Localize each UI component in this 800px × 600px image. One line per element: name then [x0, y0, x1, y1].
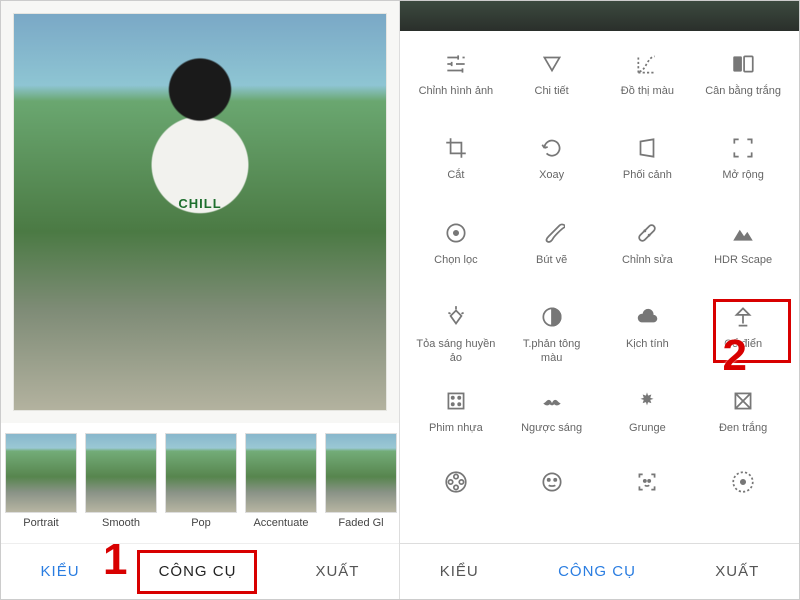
- right-pane: Chỉnh hình ảnh Chi tiết Đồ thị màu Cân b…: [400, 1, 799, 599]
- filmstrip-icon: [441, 386, 471, 416]
- filter-portrait[interactable]: Portrait: [5, 433, 77, 543]
- splat-icon: [632, 386, 662, 416]
- triangle-down-icon: [537, 49, 567, 79]
- scanface-icon: [632, 467, 662, 497]
- photo-peek: [400, 1, 799, 31]
- tool-dots[interactable]: [695, 461, 791, 543]
- filter-thumb: [5, 433, 77, 513]
- filter-thumb: [325, 433, 397, 513]
- tool-do-thi-mau[interactable]: Đồ thị màu: [600, 39, 696, 121]
- tool-label: Tỏa sáng huyền ảo: [416, 338, 496, 366]
- tool-scanface[interactable]: [600, 461, 696, 543]
- curve-icon: [632, 49, 662, 79]
- filter-label: Pop: [165, 517, 237, 529]
- tool-face[interactable]: [504, 461, 600, 543]
- tool-mo-rong[interactable]: Mở rộng: [695, 123, 791, 205]
- filter-thumb: [165, 433, 237, 513]
- tab-congcu[interactable]: CÔNG CỤ: [145, 555, 251, 588]
- filter-label: Accentuate: [245, 517, 317, 529]
- tool-xoay[interactable]: Xoay: [504, 123, 600, 205]
- bw-icon: [728, 386, 758, 416]
- mountain-icon: [728, 218, 758, 248]
- tool-toa-sang[interactable]: Tỏa sáng huyền ảo: [408, 292, 504, 374]
- cloud-icon: [632, 302, 662, 332]
- tool-label: Chi tiết: [535, 85, 569, 99]
- tool-label: Cổ điển: [724, 338, 762, 352]
- app-split-view: Portrait Smooth Pop Accentuate Faded Gl …: [1, 1, 799, 599]
- tool-nguoc-sang[interactable]: Ngược sáng: [504, 376, 600, 458]
- filter-strip: Portrait Smooth Pop Accentuate Faded Gl: [1, 423, 399, 543]
- crop-icon: [441, 133, 471, 163]
- tool-label: Chọn lọc: [434, 254, 477, 268]
- tool-label: Chỉnh hình ảnh: [419, 85, 494, 99]
- tool-label: Bút vẽ: [536, 254, 567, 268]
- tool-label: T.phản tông màu: [512, 338, 592, 366]
- tab-xuat[interactable]: XUẤT: [301, 555, 373, 588]
- tab-xuat[interactable]: XUẤT: [701, 555, 773, 588]
- dots-circle-icon: [728, 467, 758, 497]
- tab-congcu[interactable]: CÔNG CỤ: [544, 555, 650, 588]
- tool-phim-nhua[interactable]: Phim nhựa: [408, 376, 504, 458]
- tool-chi-tiet[interactable]: Chi tiết: [504, 39, 600, 121]
- contrast-icon: [537, 302, 567, 332]
- tool-but-ve[interactable]: Bút vẽ: [504, 208, 600, 290]
- tool-grid: Chỉnh hình ảnh Chi tiết Đồ thị màu Cân b…: [400, 31, 799, 543]
- diamond-rays-icon: [441, 302, 471, 332]
- tool-label: Mở rộng: [722, 169, 763, 183]
- tool-cat[interactable]: Cắt: [408, 123, 504, 205]
- face-icon: [537, 467, 567, 497]
- tool-label: Chỉnh sửa: [622, 254, 673, 268]
- tool-chinh-sua[interactable]: Chỉnh sửa: [600, 208, 696, 290]
- tool-grunge[interactable]: Grunge: [600, 376, 696, 458]
- perspective-icon: [632, 133, 662, 163]
- tool-label: Đen trắng: [719, 422, 767, 436]
- filter-pop[interactable]: Pop: [165, 433, 237, 543]
- filter-label: Smooth: [85, 517, 157, 529]
- brush-icon: [537, 218, 567, 248]
- tool-label: Cân bằng trắng: [705, 85, 781, 99]
- tool-phoi-canh[interactable]: Phối cảnh: [600, 123, 696, 205]
- filter-thumb: [85, 433, 157, 513]
- tool-hdr-scape[interactable]: HDR Scape: [695, 208, 791, 290]
- tool-label: Xoay: [539, 169, 564, 183]
- tune-icon: [441, 49, 471, 79]
- bandage-icon: [632, 218, 662, 248]
- tool-kich-tinh[interactable]: Kịch tính: [600, 292, 696, 374]
- filter-faded-glow[interactable]: Faded Gl: [325, 433, 397, 543]
- filter-accentuate[interactable]: Accentuate: [245, 433, 317, 543]
- tab-kieu[interactable]: KIỂU: [27, 555, 94, 588]
- tool-label: Grunge: [629, 422, 666, 436]
- tool-tuong-phan-tong-mau[interactable]: T.phản tông màu: [504, 292, 600, 374]
- mustache-icon: [537, 386, 567, 416]
- filter-label: Portrait: [5, 517, 77, 529]
- left-pane: Portrait Smooth Pop Accentuate Faded Gl …: [1, 1, 400, 599]
- photo-canvas-wrap: [1, 1, 399, 423]
- tool-chinh-hinh-anh[interactable]: Chỉnh hình ảnh: [408, 39, 504, 121]
- tool-label: Ngược sáng: [521, 422, 582, 436]
- wb-icon: [728, 49, 758, 79]
- tool-label: Cắt: [447, 169, 464, 183]
- rotate-icon: [537, 133, 567, 163]
- tool-label: Phối cảnh: [623, 169, 672, 183]
- target-icon: [441, 218, 471, 248]
- tool-label: Kịch tính: [626, 338, 669, 352]
- lamp-icon: [728, 302, 758, 332]
- expand-icon: [728, 133, 758, 163]
- reel-icon: [441, 467, 471, 497]
- tool-label: HDR Scape: [714, 254, 772, 268]
- tab-kieu[interactable]: KIỂU: [426, 555, 493, 588]
- tool-label: Phim nhựa: [429, 422, 483, 436]
- filter-thumb: [245, 433, 317, 513]
- photo-preview[interactable]: [13, 13, 387, 411]
- tool-label: Đồ thị màu: [621, 85, 674, 99]
- tool-chon-loc[interactable]: Chọn lọc: [408, 208, 504, 290]
- filter-smooth[interactable]: Smooth: [85, 433, 157, 543]
- tool-co-dien[interactable]: Cổ điển: [695, 292, 791, 374]
- bottombar-left: KIỂU CÔNG CỤ XUẤT: [1, 543, 399, 599]
- bottombar-right: KIỂU CÔNG CỤ XUẤT: [400, 543, 799, 599]
- tool-can-bang-trang[interactable]: Cân bằng trắng: [695, 39, 791, 121]
- filter-label: Faded Gl: [325, 517, 397, 529]
- tool-den-trang[interactable]: Đen trắng: [695, 376, 791, 458]
- tool-reel[interactable]: [408, 461, 504, 543]
